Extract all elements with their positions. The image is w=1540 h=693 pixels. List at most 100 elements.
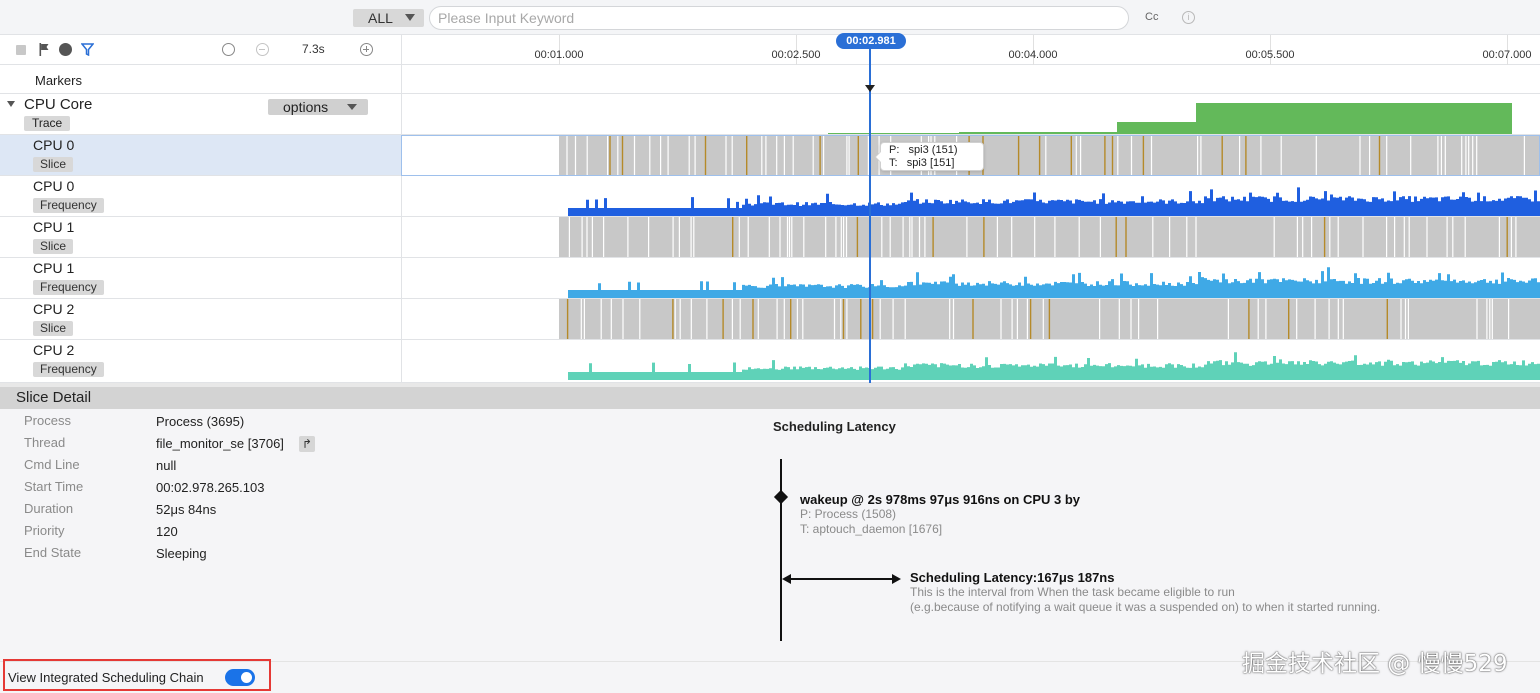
stop-square-icon[interactable] xyxy=(16,45,26,55)
slice-highlight xyxy=(752,299,754,339)
flag-icon[interactable] xyxy=(38,43,51,56)
slice-highlight xyxy=(932,217,934,257)
slice-gap xyxy=(1515,217,1517,257)
cpu0-frequency-lane[interactable] xyxy=(401,176,1540,217)
track-cpu2-frequency[interactable]: CPU 2 Frequency xyxy=(0,340,401,383)
slice-gap xyxy=(1404,299,1407,339)
slice-gap xyxy=(1359,136,1361,175)
track-cpu0-slice[interactable]: CPU 0 Slice xyxy=(0,135,401,176)
slice-gap xyxy=(1403,217,1405,257)
slice-gap xyxy=(622,299,624,339)
options-dropdown[interactable]: options xyxy=(268,99,368,115)
track-cpu0-frequency[interactable]: CPU 0 Frequency xyxy=(0,176,401,217)
detail-key: Start Time xyxy=(24,479,84,494)
slice-gap xyxy=(1186,217,1188,257)
markers-row-label: Markers xyxy=(0,65,401,94)
slice-gap xyxy=(648,217,650,257)
slice-gap xyxy=(591,217,593,257)
search-input[interactable] xyxy=(429,6,1129,30)
cpu1-frequency-lane[interactable] xyxy=(401,258,1540,299)
slice-highlight xyxy=(1125,217,1127,257)
wakeup-thread[interactable]: T: aptouch_daemon [1676] xyxy=(800,522,942,536)
slice-gap xyxy=(693,217,695,257)
slice-gap xyxy=(1034,217,1036,257)
slice-block xyxy=(559,217,1540,257)
collapse-caret-icon[interactable] xyxy=(7,101,15,107)
cursor-marker-icon xyxy=(865,85,875,92)
time-cursor-line[interactable] xyxy=(869,48,871,383)
slice-highlight xyxy=(1142,136,1145,175)
slice-gap xyxy=(1491,299,1493,339)
track-name: CPU 2 xyxy=(33,301,75,317)
axis-tick-label: 00:02.500 xyxy=(771,49,821,61)
slice-gap xyxy=(1369,136,1371,175)
detail-key: Priority xyxy=(24,523,65,538)
jump-to-thread-icon[interactable]: ↱ xyxy=(299,436,315,452)
slice-gap xyxy=(1150,136,1153,175)
slice-gap xyxy=(1329,217,1331,257)
slice-gap xyxy=(909,217,911,257)
slice-gap xyxy=(1280,136,1282,175)
wakeup-process[interactable]: P: Process (1508) xyxy=(800,507,896,521)
slice-gap xyxy=(1016,299,1018,339)
cursor-time-badge[interactable]: 00:02.981 xyxy=(836,33,906,49)
timeline-axis[interactable]: 00:01.000 00:02.500 00:04.000 00:05.500 … xyxy=(401,35,1540,65)
slice-gap xyxy=(731,299,733,339)
slice-gap xyxy=(776,299,778,339)
slice-highlight xyxy=(1017,136,1020,175)
scheduling-chain-toggle[interactable] xyxy=(225,669,255,686)
latency-timeline xyxy=(780,459,782,641)
slice-highlight xyxy=(790,299,792,339)
globe-icon[interactable] xyxy=(59,43,72,56)
slice-gap xyxy=(674,299,676,339)
slice-gap xyxy=(725,136,727,175)
cpu1-frequency-graph xyxy=(568,267,1540,298)
scope-select[interactable]: ALL xyxy=(353,9,424,27)
slice-gap xyxy=(765,136,767,175)
track-cpu2-slice[interactable]: CPU 2 Slice xyxy=(0,299,401,340)
cpu-core-trace-lane[interactable] xyxy=(401,94,1540,135)
slice-highlight xyxy=(1245,136,1247,175)
slice-gap xyxy=(1011,299,1013,339)
slice-gap xyxy=(840,217,842,257)
zoom-in-icon[interactable] xyxy=(360,43,373,56)
slice-gap xyxy=(610,299,612,339)
slice-gap xyxy=(1273,217,1275,257)
slice-gap xyxy=(918,217,921,257)
track-name: CPU 0 xyxy=(33,137,75,153)
slice-gap xyxy=(1054,217,1056,257)
slice-highlight xyxy=(1506,217,1508,257)
track-name: CPU 1 xyxy=(33,219,75,235)
axis-tick-label: 00:04.000 xyxy=(1008,49,1058,61)
trace-usage-graph xyxy=(828,103,1512,134)
slice-gap xyxy=(1337,217,1339,257)
filter-icon[interactable] xyxy=(81,43,94,56)
slice-highlight xyxy=(722,299,724,339)
slice-gap xyxy=(1400,299,1402,339)
slice-gap xyxy=(1408,217,1410,257)
slice-gap xyxy=(1440,136,1442,175)
slice-gap xyxy=(902,217,904,257)
cpu2-slice-lane[interactable] xyxy=(401,299,1540,340)
info-circle-icon[interactable]: i xyxy=(1182,11,1195,24)
slice-gap xyxy=(803,217,805,257)
slice-highlight xyxy=(1070,136,1072,175)
slice-gap xyxy=(1099,217,1101,257)
slice-gap xyxy=(607,136,609,175)
slice-gap xyxy=(881,217,883,257)
track-cpu1-slice[interactable]: CPU 1 Slice xyxy=(0,217,401,258)
group-tag: Trace xyxy=(24,116,71,131)
match-case-button[interactable]: Cc xyxy=(1145,11,1158,23)
timer-icon[interactable] xyxy=(222,43,235,56)
scope-select-label: ALL xyxy=(368,10,393,26)
detail-key: Process xyxy=(24,413,71,428)
cpu2-frequency-lane[interactable] xyxy=(401,340,1540,383)
track-cpu1-frequency[interactable]: CPU 1 Frequency xyxy=(0,258,401,299)
slice-gap xyxy=(1476,136,1478,175)
cpu1-slice-lane[interactable] xyxy=(401,217,1540,258)
slice-gap xyxy=(1437,136,1439,175)
slice-gap xyxy=(1315,136,1317,175)
slice-gap xyxy=(1197,136,1199,175)
markers-lane[interactable] xyxy=(401,65,1540,94)
zoom-out-icon[interactable] xyxy=(256,43,269,56)
